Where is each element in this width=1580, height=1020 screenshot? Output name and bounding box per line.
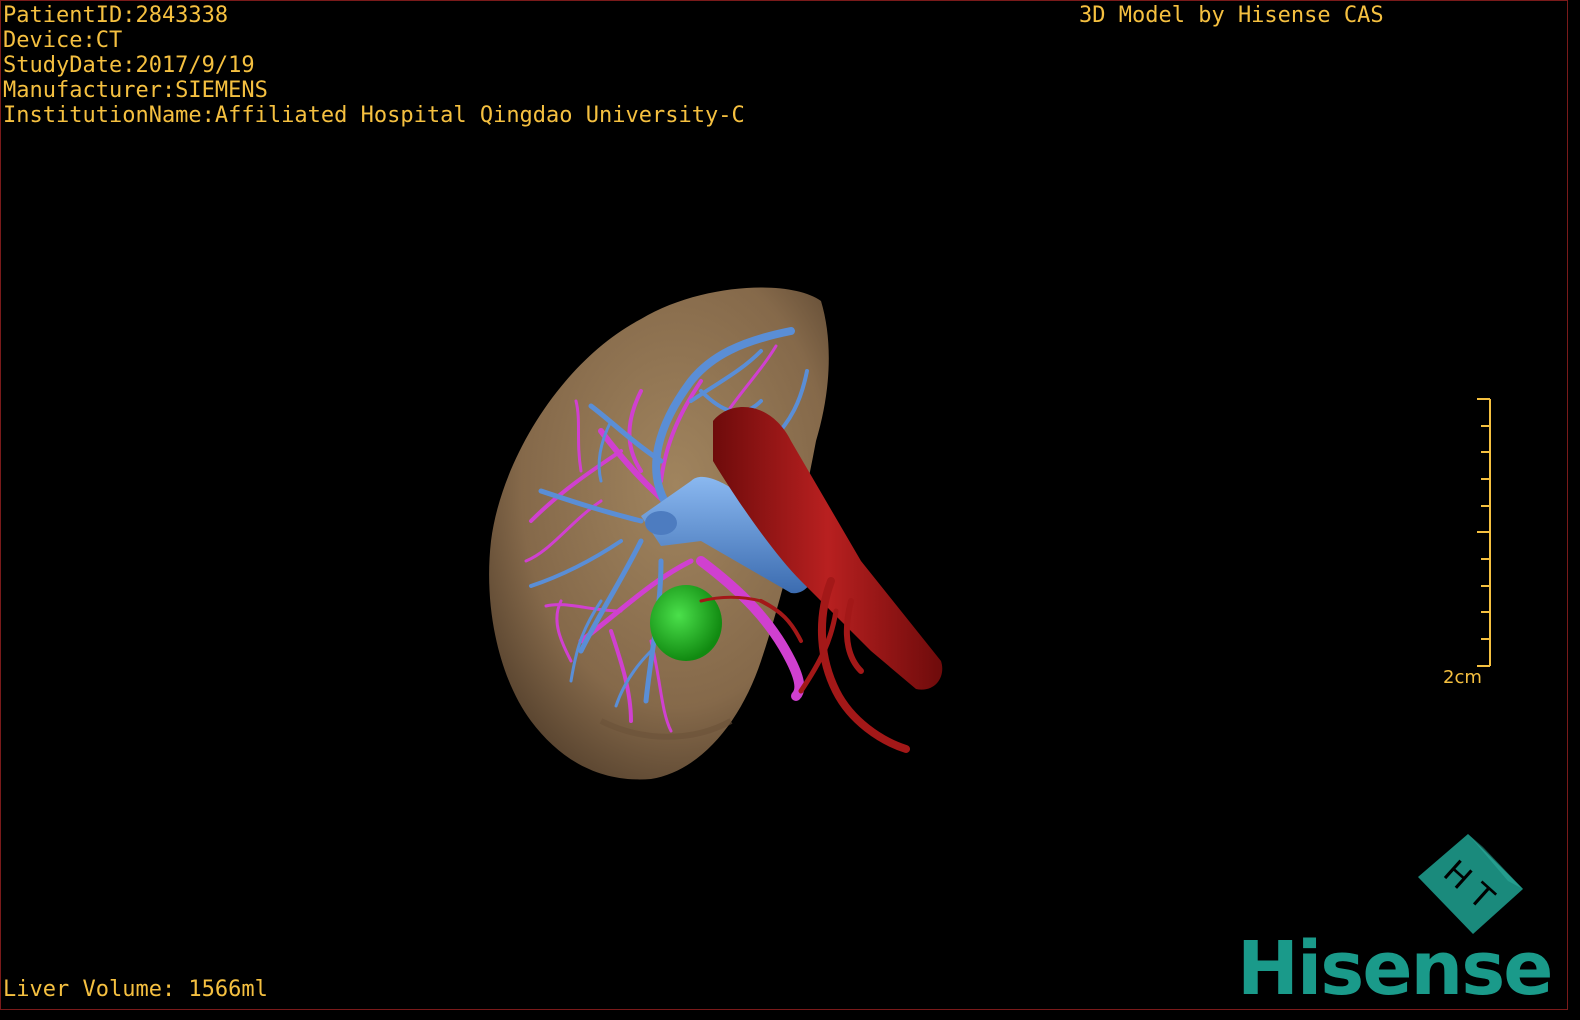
scale-bar-label: 2cm [1443,667,1482,688]
manufacturer: Manufacturer:SIEMENS [3,78,268,103]
lesion-model [650,585,722,661]
render-frame: PatientID:2843338 Device:CT StudyDate:20… [0,0,1568,1010]
dicom-info-overlay: PatientID:2843338 Device:CT StudyDate:20… [3,3,745,128]
hisense-logo: Hisense [1237,926,1553,1010]
patient-id: PatientID:2843338 [3,3,229,28]
scale-bar [1477,398,1491,667]
study-date: StudyDate:2017/9/19 [3,53,255,78]
model-credit: 3D Model by Hisense CAS [1079,3,1384,28]
3d-viewport[interactable] [1,1,1568,1010]
device: Device:CT [3,28,123,53]
liver-volume: Liver Volume: 1566ml [3,977,268,1002]
institution-name: InstitutionName:Affiliated Hospital Qing… [3,103,745,128]
hisense-cube-icon: H T [1418,834,1523,934]
